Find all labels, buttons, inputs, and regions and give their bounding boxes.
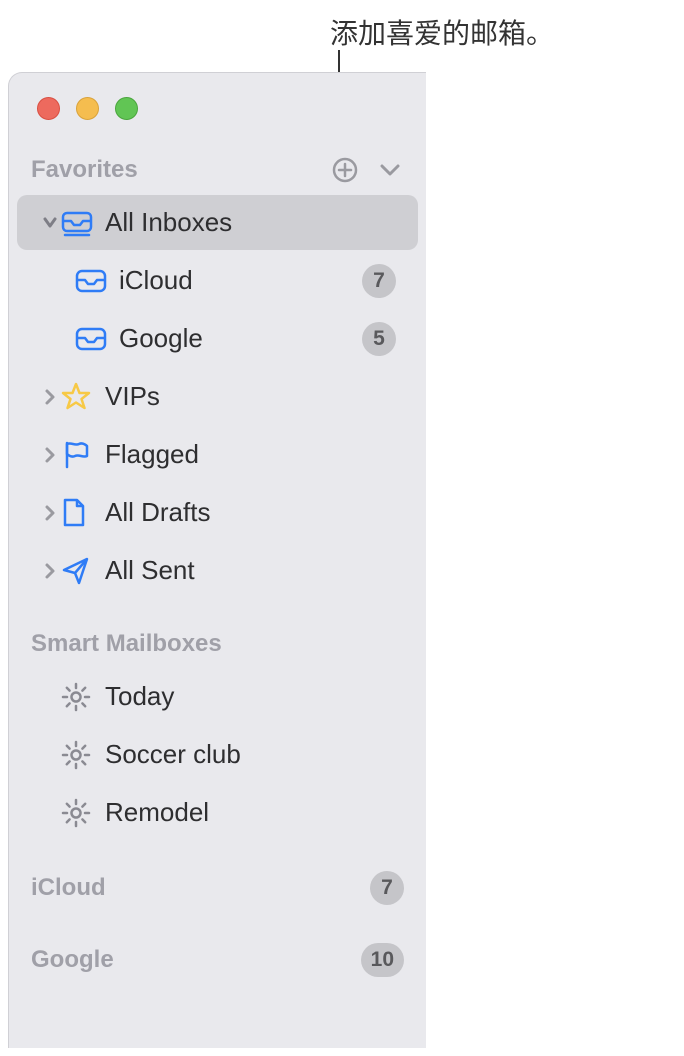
chevron-down-icon — [379, 163, 401, 177]
sidebar-item-smart-today[interactable]: Today — [17, 669, 418, 724]
chevron-right-icon — [44, 562, 56, 580]
minimize-window-button[interactable] — [76, 97, 99, 120]
sidebar-item-vips[interactable]: VIPs — [17, 369, 418, 424]
chevron-right-icon — [44, 504, 56, 522]
unread-badge: 5 — [362, 322, 396, 356]
sidebar-item-all-inboxes[interactable]: All Inboxes — [17, 195, 418, 250]
draft-icon — [61, 498, 105, 528]
disclosure-toggle[interactable] — [39, 562, 61, 580]
close-window-button[interactable] — [37, 97, 60, 120]
sidebar-item-label: iCloud — [119, 265, 362, 296]
chevron-down-icon — [43, 214, 57, 232]
sidebar-item-google-inbox[interactable]: Google 5 — [17, 311, 418, 366]
sidebar-item-label: Google — [119, 323, 362, 354]
unread-badge: 7 — [370, 871, 404, 905]
flag-icon — [61, 440, 105, 470]
callout-text: 添加喜爱的邮箱。 — [330, 12, 554, 52]
add-favorite-button[interactable] — [330, 155, 360, 185]
mail-sidebar-window: Favorites — [8, 72, 426, 1048]
inbox-stack-icon — [61, 209, 105, 237]
gear-icon — [61, 740, 105, 770]
sidebar-item-label: All Inboxes — [105, 207, 396, 238]
unread-badge: 10 — [361, 943, 404, 977]
account-label: Google — [31, 946, 361, 974]
sidebar-item-all-sent[interactable]: All Sent — [17, 543, 418, 598]
sidebar-item-label: Flagged — [105, 439, 396, 470]
inbox-icon — [75, 269, 119, 293]
sidebar-item-icloud-inbox[interactable]: iCloud 7 — [17, 253, 418, 308]
inbox-icon — [75, 327, 119, 351]
sidebar-item-smart-remodel[interactable]: Remodel — [17, 785, 418, 840]
smart-mailboxes-header: Smart Mailboxes — [9, 622, 426, 666]
favorites-header: Favorites — [9, 148, 426, 192]
chevron-right-icon — [44, 388, 56, 406]
sidebar-item-label: VIPs — [105, 381, 396, 412]
gear-icon — [61, 682, 105, 712]
sidebar-item-label: Soccer club — [105, 739, 396, 770]
sidebar-item-label: All Drafts — [105, 497, 396, 528]
sent-icon — [61, 556, 105, 586]
plus-circle-icon — [331, 156, 359, 184]
disclosure-toggle[interactable] — [39, 504, 61, 522]
account-header-icloud[interactable]: iCloud 7 — [9, 864, 426, 912]
sidebar-item-label: Today — [105, 681, 396, 712]
chevron-right-icon — [44, 446, 56, 464]
account-label: iCloud — [31, 874, 370, 902]
sidebar-item-label: Remodel — [105, 797, 396, 828]
disclosure-toggle[interactable] — [39, 388, 61, 406]
sidebar-item-flagged[interactable]: Flagged — [17, 427, 418, 482]
gear-icon — [61, 798, 105, 828]
sidebar-item-label: All Sent — [105, 555, 396, 586]
disclosure-toggle[interactable] — [39, 446, 61, 464]
sidebar-item-smart-soccer[interactable]: Soccer club — [17, 727, 418, 782]
smart-mailboxes-label: Smart Mailboxes — [31, 630, 404, 658]
favorites-expand-toggle[interactable] — [376, 156, 404, 184]
fullscreen-window-button[interactable] — [115, 97, 138, 120]
disclosure-toggle[interactable] — [39, 214, 61, 232]
account-header-google[interactable]: Google 10 — [9, 936, 426, 984]
star-icon — [61, 382, 105, 412]
traffic-lights — [9, 73, 426, 120]
sidebar-item-all-drafts[interactable]: All Drafts — [17, 485, 418, 540]
unread-badge: 7 — [362, 264, 396, 298]
favorites-label: Favorites — [31, 156, 330, 184]
